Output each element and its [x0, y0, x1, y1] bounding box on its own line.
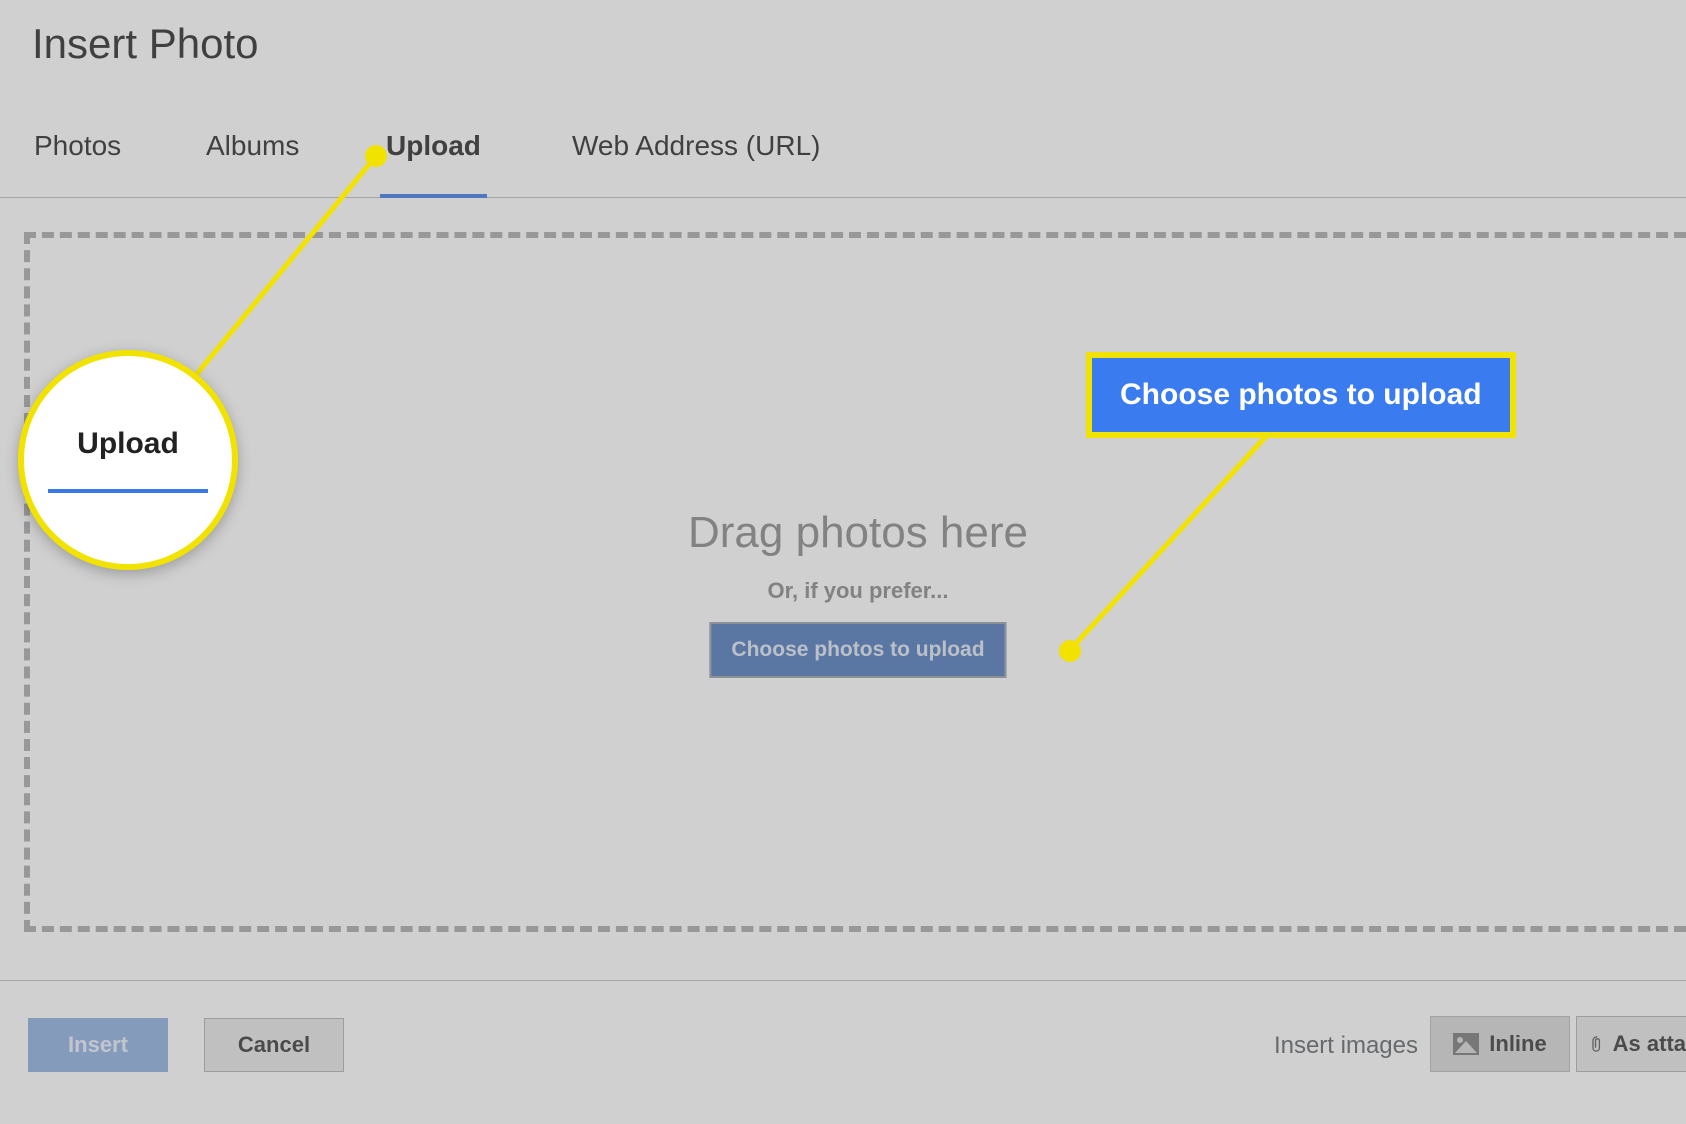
upload-dropzone[interactable]: Drag photos here Or, if you prefer... Ch… — [24, 232, 1686, 932]
or-prefer-message: Or, if you prefer... — [768, 578, 949, 604]
tab-albums[interactable]: Albums — [206, 130, 299, 194]
insert-images-label: Insert images — [1274, 1032, 1418, 1060]
tab-web-address[interactable]: Web Address (URL) — [572, 130, 820, 194]
tab-bar: Photos Albums Upload Web Address (URL) — [0, 120, 1686, 198]
insert-button[interactable]: Insert — [28, 1018, 168, 1072]
drag-photos-message: Drag photos here — [688, 508, 1028, 558]
inline-label: Inline — [1489, 1031, 1546, 1057]
tab-upload[interactable]: Upload — [386, 130, 481, 194]
tab-photos[interactable]: Photos — [34, 130, 121, 194]
photo-icon — [1453, 1033, 1479, 1055]
insert-as-attachment-button[interactable]: As atta — [1576, 1016, 1686, 1072]
cancel-button[interactable]: Cancel — [204, 1018, 344, 1072]
footer-separator — [0, 980, 1686, 981]
choose-photos-button[interactable]: Choose photos to upload — [709, 622, 1006, 678]
insert-inline-button[interactable]: Inline — [1430, 1016, 1570, 1072]
dialog-title: Insert Photo — [32, 20, 258, 68]
attachment-label: As atta — [1613, 1031, 1686, 1057]
paperclip-icon — [1591, 1031, 1603, 1057]
